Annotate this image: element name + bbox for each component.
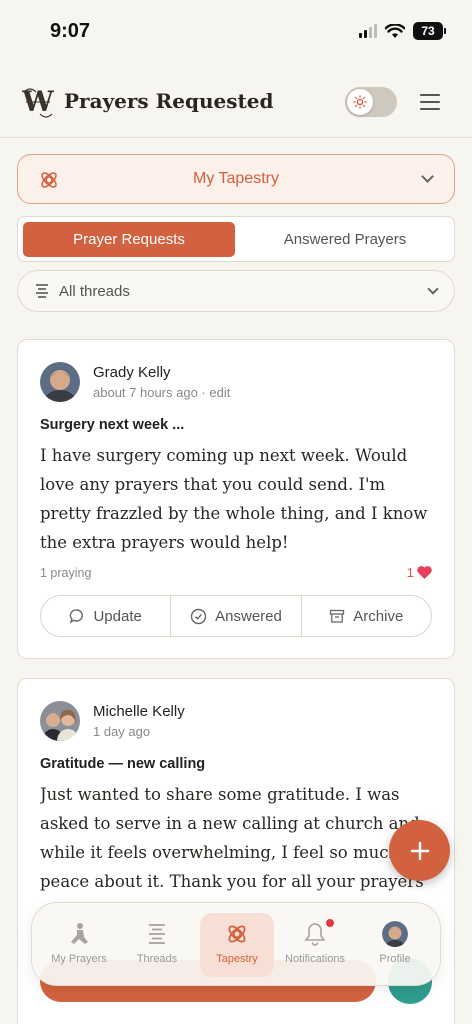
tapestry-selector[interactable]: My Tapestry <box>17 154 455 204</box>
update-button[interactable]: Update <box>41 596 172 636</box>
post-body: I have surgery coming up next week. Woul… <box>40 446 428 552</box>
battery-icon: 73 <box>413 22 446 40</box>
post-author: Grady Kelly <box>93 364 171 381</box>
bell-icon <box>302 921 328 947</box>
nav-my-prayers-label: My Prayers <box>51 953 107 965</box>
kneeling-person-icon <box>66 921 92 947</box>
status-time: 9:07 <box>50 20 91 42</box>
like-count[interactable]: 1 <box>407 565 432 580</box>
answered-button-label: Answered <box>215 607 282 625</box>
nav-tapestry-label: Tapestry <box>216 953 258 965</box>
post-actions: Update Answered Archive <box>40 595 432 637</box>
tab-prayer-requests[interactable]: Prayer Requests <box>23 222 235 257</box>
signal-icon <box>359 24 377 38</box>
avatar <box>382 921 408 947</box>
bottom-nav: My Prayers Threads Tapestry Notification… <box>31 902 441 986</box>
thread-filter-dropdown[interactable]: All threads <box>17 270 455 312</box>
post-title: Surgery next week ... <box>40 417 185 433</box>
prayer-tabs: Prayer Requests Answered Prayers <box>17 216 455 262</box>
avatar <box>40 701 80 741</box>
notification-badge <box>326 919 334 927</box>
post-meta: about 7 hours ago · edit <box>93 385 231 400</box>
nav-my-prayers[interactable]: My Prayers <box>42 913 116 977</box>
page-title: Prayers Requested <box>64 89 274 113</box>
tapestry-knot-icon <box>224 921 250 947</box>
threads-icon <box>36 284 48 299</box>
post-meta: 1 day ago <box>93 724 151 739</box>
post-body: Just wanted to share some gratitude. I w… <box>40 785 424 891</box>
nav-threads[interactable]: Threads <box>120 913 194 977</box>
chat-bubble-icon <box>70 609 84 624</box>
answered-button[interactable]: Answered <box>171 596 302 636</box>
nav-profile-label: Profile <box>379 953 411 965</box>
archive-button-label: Archive <box>353 607 404 625</box>
post-title: Gratitude — new calling <box>40 756 206 772</box>
wifi-icon <box>385 23 405 38</box>
nav-notifications-label: Notifications <box>285 953 345 965</box>
praying-count: 1 praying <box>40 566 92 580</box>
nav-tapestry[interactable]: Tapestry <box>200 913 274 977</box>
sun-icon <box>347 89 373 115</box>
app-logo: W <box>21 85 54 118</box>
battery-level: 73 <box>413 22 443 40</box>
status-bar: 9:07 73 <box>0 0 472 60</box>
archive-icon <box>330 609 345 623</box>
archive-button[interactable]: Archive <box>302 596 431 636</box>
nav-threads-label: Threads <box>136 953 178 965</box>
nav-profile[interactable]: Profile <box>358 913 432 977</box>
status-icons: 73 <box>359 22 446 40</box>
tapestry-selector-label: My Tapestry <box>193 170 279 187</box>
theme-toggle[interactable] <box>345 87 397 117</box>
tab-answered-prayers[interactable]: Answered Prayers <box>240 222 450 257</box>
prayer-card: Grady Kelly about 7 hours ago · edit Sur… <box>17 339 455 659</box>
post-author: Michelle Kelly <box>93 703 185 720</box>
thread-filter-label: All threads <box>59 283 130 300</box>
plus-icon <box>410 841 429 860</box>
threads-icon <box>144 921 170 947</box>
nav-notifications[interactable]: Notifications <box>278 913 352 977</box>
hamburger-menu-icon[interactable] <box>420 94 440 110</box>
avatar <box>40 362 80 402</box>
update-button-label: Update <box>93 607 142 625</box>
chevron-down-icon <box>427 283 439 295</box>
heart-icon <box>417 566 432 579</box>
check-circle-icon <box>190 608 207 624</box>
like-count-value: 1 <box>406 565 414 580</box>
app-header: W Prayers Requested <box>0 70 472 138</box>
add-prayer-button[interactable] <box>389 820 450 881</box>
